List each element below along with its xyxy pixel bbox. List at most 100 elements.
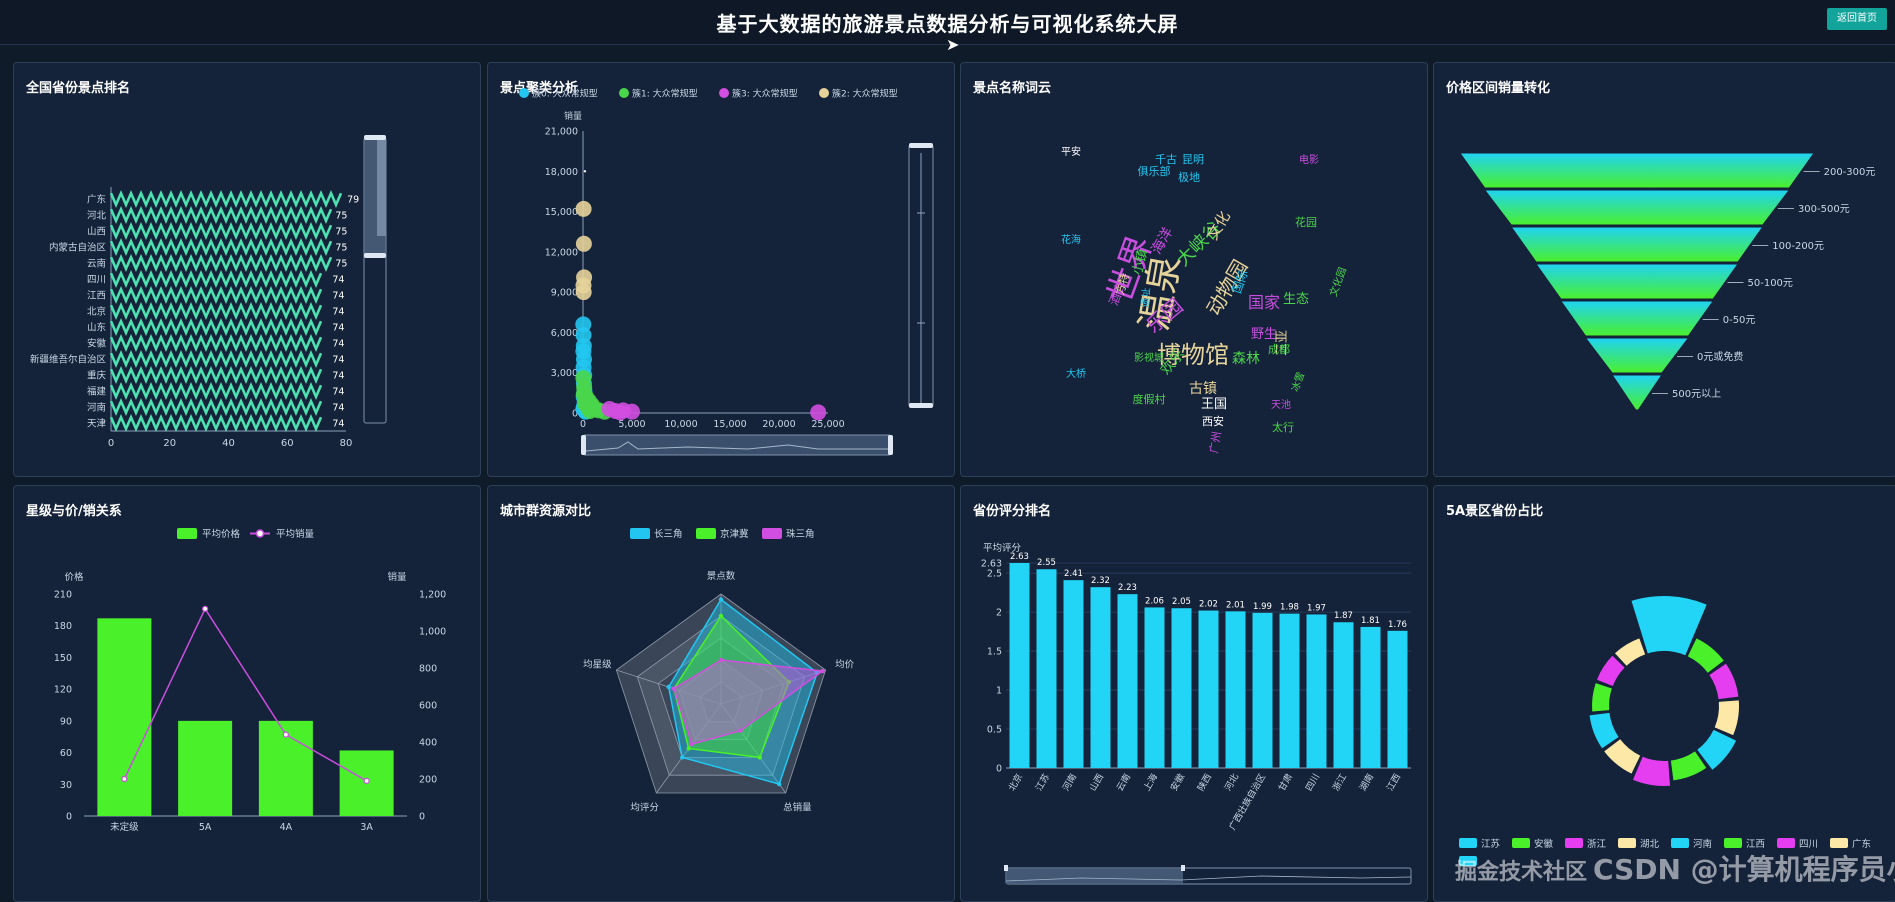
funnel-segment — [1459, 152, 1815, 189]
data-label: 74 — [332, 291, 344, 302]
y-tick-label: 1.5 — [987, 647, 1002, 658]
bar — [1171, 608, 1192, 768]
x-tick-label: 15,000 — [713, 419, 746, 430]
x-tick-label: 甘肃 — [1276, 772, 1295, 794]
data-label: 2.32 — [1091, 576, 1110, 586]
radar-point — [689, 741, 695, 747]
y-tick-label: 2 — [996, 608, 1002, 619]
panel-price-funnel: 价格区间销量转化 200-300元 300-500元 100-200元 50-100元… — [1433, 62, 1895, 477]
legend-marker — [696, 528, 716, 539]
zoom-slider-handle — [1181, 865, 1185, 871]
funnel-label: 200-300元 — [1824, 167, 1876, 178]
word: 国家 — [1248, 293, 1280, 312]
watermark-overlay: 掘金技术社区 — [1455, 860, 1588, 885]
legend-marker — [1724, 838, 1742, 848]
bar — [1387, 630, 1408, 768]
bar — [1009, 563, 1030, 768]
word: 成都 — [1268, 343, 1290, 356]
bar — [109, 269, 323, 289]
y-tick-label: 15,000 — [545, 207, 578, 218]
data-label: 2.41 — [1064, 569, 1083, 579]
radar-point — [686, 746, 691, 751]
y-tick-label: 210 — [54, 590, 72, 601]
word: 俱乐部 — [1138, 164, 1171, 178]
panel-cluster-analysis: 景点聚类分析 簇0: 大众常规型 簇1: 大众常规型 簇3: 大众常规型 簇2: 大众… — [487, 62, 955, 477]
legend-marker — [630, 528, 650, 539]
y-tick-label: 6,000 — [551, 328, 578, 339]
data-label: 1.87 — [1334, 611, 1353, 621]
scatter-point — [810, 404, 827, 421]
bar — [97, 618, 152, 816]
zoom-slider-range — [1006, 868, 1183, 884]
y2-tick-label: 1,000 — [419, 627, 446, 638]
radar-point — [666, 684, 671, 690]
data-label: 2.23 — [1118, 583, 1137, 593]
x-tick-label: 40 — [222, 438, 235, 449]
scroll-slider-handle — [364, 253, 386, 258]
legend-marker — [819, 88, 829, 98]
legend-marker — [177, 528, 197, 539]
pie-slice — [1687, 638, 1724, 673]
x-tick-label: 未定级 — [110, 821, 139, 833]
y-tick-label: 90 — [60, 716, 72, 727]
word: 文化 — [1203, 208, 1234, 243]
radar-indicator-label: 总销量 — [783, 802, 812, 814]
legend-marker — [719, 88, 729, 98]
bar — [1063, 580, 1084, 768]
data-label: 74 — [332, 403, 344, 414]
legend-label: 簇1: 大众常规型 — [632, 88, 698, 100]
y2-tick-label: 400 — [419, 738, 437, 749]
legend-marker — [255, 529, 265, 538]
data-label: 74 — [332, 419, 344, 430]
data-label: 2.06 — [1145, 596, 1164, 606]
y2-tick-label: 600 — [419, 701, 437, 712]
data-label: 75 — [335, 259, 347, 270]
data-label: 75 — [335, 243, 347, 254]
bar — [1225, 611, 1246, 768]
x-tick-label: 四川 — [1304, 773, 1322, 794]
y-tick-label: 福建 — [87, 386, 107, 398]
word: 广州 — [1207, 430, 1224, 454]
y-axis-title: 销量 — [564, 110, 582, 122]
pie-slice — [1709, 663, 1739, 700]
zoom-slider-handle — [1004, 865, 1008, 871]
y-tick-label: 河南 — [87, 402, 106, 414]
word: 冰雪 — [1288, 370, 1307, 393]
y-tick-label: 150 — [54, 653, 72, 664]
legend-label: 京津冀 — [720, 528, 749, 540]
y-tick-label: 180 — [54, 621, 72, 632]
data-label: 74 — [332, 323, 344, 334]
x-tick-label: 0 — [108, 438, 114, 449]
line-series — [123, 607, 367, 782]
y-tick-label: 120 — [54, 685, 72, 696]
x-tick-label: 5,000 — [618, 419, 645, 430]
watermark-text: CSDN @计算机程序员小杨 — [1593, 853, 1895, 886]
pie-slice — [1632, 756, 1671, 786]
y-tick-label: 新疆维吾尔自治区 — [30, 354, 107, 366]
data-label: 2.05 — [1172, 597, 1191, 607]
wordcloud-chart: 温泉世界博物馆动物园乐园大峡谷国家古镇森林海洋 文化欢乐生态野生三亚王国小镇酒店国… — [1061, 145, 1349, 454]
funnel-label: 500元以上 — [1672, 388, 1721, 400]
panel-star-relation: 星级与价/销关系 平均价格 平均销量 价格 销量 0 30 60 90 120 150 180 210… — [13, 485, 481, 902]
legend-label: 长三角 — [654, 528, 683, 540]
page-title: 基于大数据的旅游景点数据分析与可视化系统大屏 — [716, 12, 1179, 36]
bar — [1144, 607, 1165, 768]
radar-point — [718, 613, 724, 619]
bar — [1117, 594, 1138, 768]
bar — [109, 349, 323, 369]
x-tick-label: 20 — [163, 438, 176, 449]
y-tick-label: 0 — [66, 812, 72, 823]
bar — [178, 720, 233, 816]
word: 花海 — [1061, 233, 1081, 246]
bar — [109, 189, 343, 209]
line-point — [121, 775, 128, 783]
bar — [1360, 626, 1381, 768]
y-tick-label: 内蒙古自治区 — [49, 242, 107, 254]
data-label: 2.01 — [1226, 600, 1245, 610]
y2-tick-label: 200 — [419, 775, 437, 786]
x-tick-label: 山西 — [1088, 772, 1107, 793]
radar-indicator-label: 均价 — [835, 658, 855, 670]
back-home-button[interactable]: 返回首页 — [1827, 8, 1887, 30]
data-label: 2.63 — [1010, 552, 1029, 562]
word: 平安 — [1061, 145, 1081, 158]
